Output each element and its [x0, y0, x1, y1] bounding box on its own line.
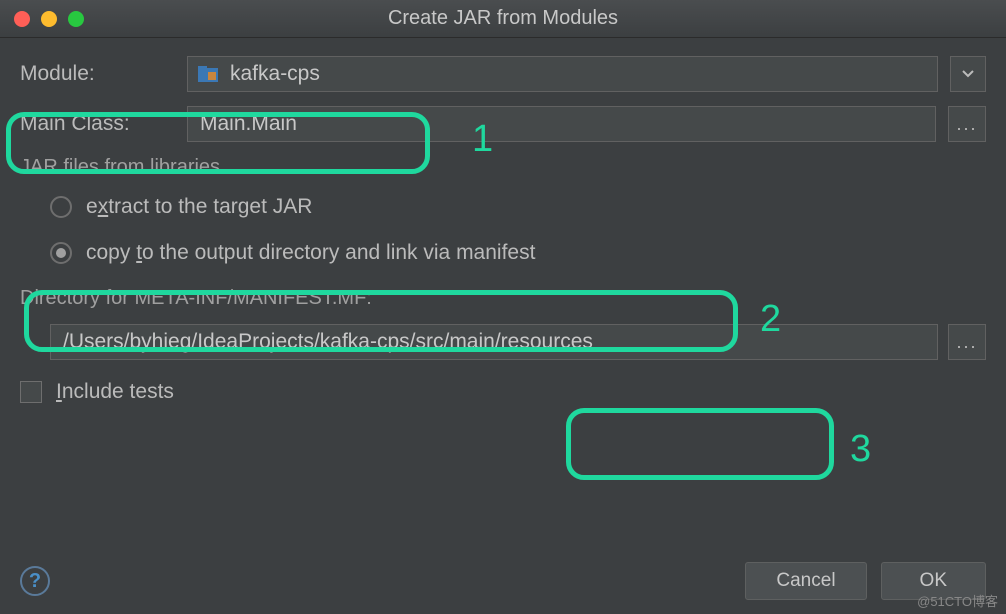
cancel-button[interactable]: Cancel	[745, 562, 866, 600]
include-tests-row[interactable]: Include tests	[20, 380, 986, 404]
main-class-label: Main Class:	[20, 112, 175, 136]
directory-label: Directory for META-INF/MANIFEST.MF:	[20, 287, 986, 310]
main-class-browse-button[interactable]: ...	[948, 106, 986, 142]
module-value: kafka-cps	[230, 62, 320, 86]
dialog-content: Module: kafka-cps Main Class: ... JAR fi…	[0, 38, 1006, 404]
minimize-icon[interactable]	[41, 11, 57, 27]
libraries-radio-group: extract to the target JAR copy to the ou…	[20, 195, 986, 265]
copy-label: copy to the output directory and link vi…	[86, 241, 535, 265]
annotation-3: 3	[850, 428, 871, 471]
directory-browse-button[interactable]: ...	[948, 324, 986, 360]
help-button[interactable]: ?	[20, 566, 50, 596]
window-controls	[0, 11, 84, 27]
extract-option[interactable]: extract to the target JAR	[50, 195, 986, 219]
module-row: Module: kafka-cps	[20, 56, 986, 92]
directory-input[interactable]	[50, 324, 938, 360]
directory-row: ...	[20, 324, 986, 360]
libraries-section-label: JAR files from libraries	[20, 156, 986, 179]
window-title: Create JAR from Modules	[0, 7, 1006, 30]
copy-option[interactable]: copy to the output directory and link vi…	[50, 241, 986, 265]
maximize-icon[interactable]	[68, 11, 84, 27]
module-icon	[198, 66, 218, 82]
module-select[interactable]: kafka-cps	[187, 56, 938, 92]
chevron-down-icon	[962, 70, 974, 78]
dialog-footer: ? Cancel OK	[20, 562, 986, 600]
close-icon[interactable]	[14, 11, 30, 27]
radio-icon	[50, 196, 72, 218]
main-class-row: Main Class: ...	[20, 106, 986, 142]
titlebar: Create JAR from Modules	[0, 0, 1006, 38]
include-tests-label: Include tests	[56, 380, 174, 404]
module-label: Module:	[20, 62, 175, 86]
watermark: @51CTO博客	[917, 591, 998, 610]
checkbox-icon	[20, 381, 42, 403]
highlight-3	[566, 408, 834, 480]
module-dropdown-button[interactable]	[950, 56, 986, 92]
radio-checked-icon	[50, 242, 72, 264]
main-class-input[interactable]	[187, 106, 936, 142]
extract-label: extract to the target JAR	[86, 195, 312, 219]
